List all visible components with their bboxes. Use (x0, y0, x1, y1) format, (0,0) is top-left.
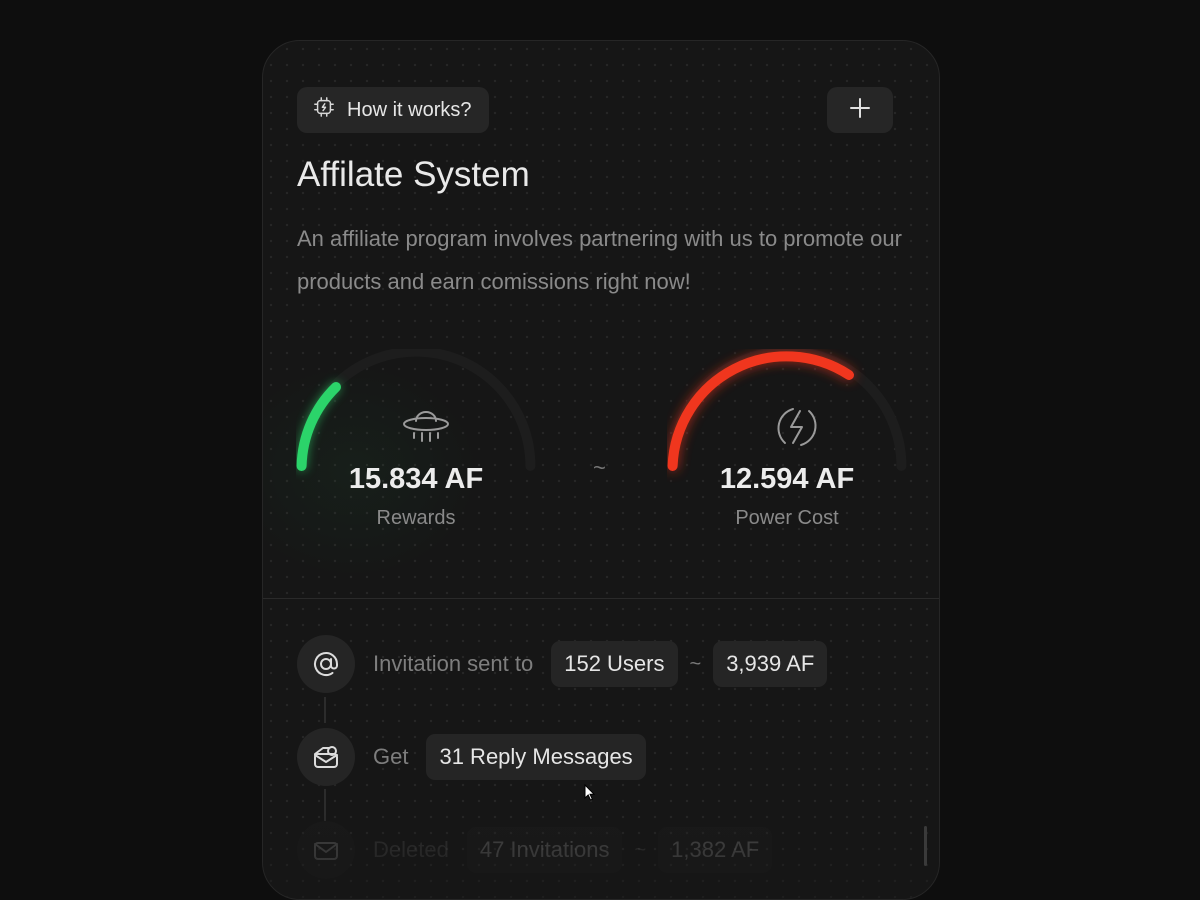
row-tilde: ~ (634, 838, 647, 861)
timeline-row-deleted: Deleted 47 Invitations ~ 1,382 AF (297, 821, 773, 879)
row-text: Get (373, 744, 409, 769)
invitations-chip[interactable]: 47 Invitations (466, 827, 623, 873)
plus-icon (849, 97, 871, 124)
timeline-connector (324, 789, 326, 821)
chip-bolt-icon (313, 96, 335, 124)
rewards-label: Rewards (376, 507, 456, 529)
rewards-gauge: 15.834 AF Rewards (296, 349, 556, 609)
how-it-works-label: How it works? (347, 98, 472, 121)
mail-icon (297, 821, 355, 879)
timeline-row-replies: Get 31 Reply Messages (297, 728, 646, 786)
section-divider (263, 598, 939, 599)
power-label: Power Cost (735, 507, 839, 529)
at-sign-icon (297, 635, 355, 693)
power-gauge: 12.594 AF Power Cost (667, 349, 927, 609)
description: An affiliate program involves partnering… (297, 226, 902, 294)
row-tilde: ~ (689, 652, 702, 675)
affiliate-card: How it works? Affilate System An affilia… (262, 40, 940, 900)
rewards-value: 15.834 AF (348, 463, 484, 495)
row-text: Invitation sent to (373, 651, 534, 676)
page-title: Affilate System (297, 155, 530, 194)
add-button[interactable] (827, 87, 893, 133)
how-it-works-button[interactable]: How it works? (297, 87, 490, 133)
row-text: Deleted (373, 837, 449, 862)
gauge-separator: ~ (593, 455, 606, 480)
timeline-row-invitations: Invitation sent to 152 Users ~ 3,939 AF (297, 635, 828, 693)
power-value: 12.594 AF (719, 463, 855, 495)
mail-reply-icon (297, 728, 355, 786)
timeline-connector (324, 697, 326, 723)
af-chip[interactable]: 1,382 AF (658, 827, 773, 873)
users-chip[interactable]: 152 Users (551, 641, 678, 687)
mouse-cursor-icon (584, 783, 596, 807)
reply-messages-chip[interactable]: 31 Reply Messages (426, 734, 646, 780)
scrollbar[interactable] (924, 826, 927, 866)
af-chip[interactable]: 3,939 AF (713, 641, 828, 687)
